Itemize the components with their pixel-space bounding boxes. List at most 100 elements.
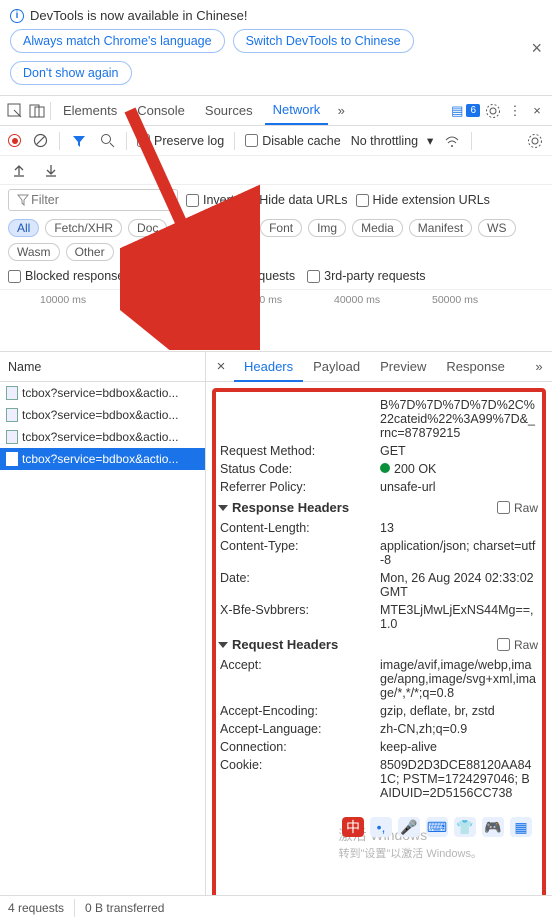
filter-icon[interactable] xyxy=(70,132,88,150)
tab-network[interactable]: Network xyxy=(265,96,329,125)
disclosure-icon xyxy=(218,505,228,511)
funnel-icon xyxy=(15,191,31,209)
banner-chip-0[interactable]: Always match Chrome's language xyxy=(10,29,225,53)
chevron-right-icon[interactable]: » xyxy=(530,358,548,376)
request-name: tcbox?service=bdbox&actio... xyxy=(22,430,178,444)
detail-tabs: × HeadersPayloadPreviewResponse » xyxy=(206,352,552,382)
gear-icon[interactable] xyxy=(484,102,502,120)
locale-banner: i DevTools is now available in Chinese! … xyxy=(0,0,552,96)
close-icon[interactable]: × xyxy=(531,38,542,59)
tab-console[interactable]: Console xyxy=(129,97,193,124)
detail-tab-preview[interactable]: Preview xyxy=(370,353,436,380)
upload-icon[interactable] xyxy=(10,161,28,179)
network-settings-icon[interactable] xyxy=(526,132,544,150)
hide-data-urls-checkbox[interactable]: Hide data URLs xyxy=(242,193,347,207)
detail-tab-response[interactable]: Response xyxy=(436,353,515,380)
detail-tab-headers[interactable]: Headers xyxy=(234,353,303,382)
status-dot-icon xyxy=(380,463,390,473)
type-filter-doc[interactable]: Doc xyxy=(128,219,167,237)
type-filter-wasm[interactable]: Wasm xyxy=(8,243,60,261)
record-toolbar: Preserve log Disable cache No throttling… xyxy=(0,126,552,156)
request-list: Name tcbox?service=bdbox&actio...tcbox?s… xyxy=(0,352,206,909)
third-party-checkbox[interactable]: 3rd-party requests xyxy=(307,269,425,283)
inspect-icon[interactable] xyxy=(6,102,24,120)
type-filter-js[interactable]: JS xyxy=(222,219,254,237)
request-name: tcbox?service=bdbox&actio... xyxy=(22,452,178,466)
header-row: Status Code:200 OK xyxy=(216,460,542,478)
type-filter-manifest[interactable]: Manifest xyxy=(409,219,472,237)
record-icon[interactable] xyxy=(8,134,21,147)
header-row: Connection:keep-alive xyxy=(216,738,542,756)
request-row[interactable]: tcbox?service=bdbox&actio... xyxy=(0,404,205,426)
request-row[interactable]: tcbox?service=bdbox&actio... xyxy=(0,448,205,470)
type-filter-fetchxhr[interactable]: Fetch/XHR xyxy=(45,219,122,237)
throttling-select[interactable]: No throttling ▾ xyxy=(351,133,434,148)
search-icon[interactable] xyxy=(98,132,116,150)
request-row[interactable]: tcbox?service=bdbox&actio... xyxy=(0,426,205,448)
ime-button[interactable]: 中 xyxy=(342,817,364,837)
ime-floatbar[interactable]: 中 •, 🎤 ⌨ 👕 🎮 ▦ xyxy=(342,817,532,837)
tab-elements[interactable]: Elements xyxy=(55,97,125,124)
blocked-row: Blocked response cookies Blocked request… xyxy=(0,265,552,290)
request-row[interactable]: tcbox?service=bdbox&actio... xyxy=(0,382,205,404)
timeline-label: 30000 ms xyxy=(236,294,282,306)
timeline-label: 20000 ms xyxy=(138,294,184,306)
raw-checkbox[interactable]: Raw xyxy=(497,638,538,652)
timeline-label: 10000 ms xyxy=(40,294,86,306)
timeline-label: 40000 ms xyxy=(334,294,380,306)
reqlist-header[interactable]: Name xyxy=(0,352,205,382)
header-row: Content-Length:13 xyxy=(216,519,542,537)
ime-button[interactable]: •, xyxy=(370,817,392,837)
disable-cache-checkbox[interactable]: Disable cache xyxy=(245,134,341,148)
ime-button[interactable]: ⌨ xyxy=(426,817,448,837)
document-icon xyxy=(6,452,18,466)
close-details-icon[interactable]: × xyxy=(210,358,232,375)
type-filter-ws[interactable]: WS xyxy=(478,219,515,237)
filter-input[interactable] xyxy=(31,193,171,207)
wifi-icon[interactable] xyxy=(443,132,461,150)
document-icon xyxy=(6,430,18,444)
header-row: Accept-Encoding:gzip, deflate, br, zstd xyxy=(216,702,542,720)
filter-row: Invert Hide data URLs Hide extension URL… xyxy=(0,184,552,215)
kebab-icon[interactable]: ⋮ xyxy=(506,102,524,120)
ime-button[interactable]: 🎮 xyxy=(482,817,504,837)
blocked-requests-checkbox[interactable]: Blocked requests xyxy=(182,269,295,283)
timeline[interactable]: 10000 ms20000 ms30000 ms40000 ms50000 ms xyxy=(0,290,552,352)
header-row: Accept:image/avif,image/webp,image/apng,… xyxy=(216,656,542,702)
section-header[interactable]: Request HeadersRaw xyxy=(216,633,542,656)
banner-chip-2[interactable]: Don't show again xyxy=(10,61,132,85)
ime-button[interactable]: 👕 xyxy=(454,817,476,837)
device-icon[interactable] xyxy=(28,102,46,120)
ime-button[interactable]: 🎤 xyxy=(398,817,420,837)
type-filter-css[interactable]: CSS xyxy=(173,219,216,237)
clear-icon[interactable] xyxy=(31,132,49,150)
download-icon[interactable] xyxy=(42,161,60,179)
preserve-log-checkbox[interactable]: Preserve log xyxy=(137,134,224,148)
type-filter-row: All Fetch/XHR Doc CSS JS Font Img Media Manifest… xyxy=(0,215,552,265)
invert-checkbox[interactable]: Invert xyxy=(186,193,234,207)
type-filter-img[interactable]: Img xyxy=(308,219,346,237)
tab-sources[interactable]: Sources xyxy=(197,97,261,124)
banner-chip-1[interactable]: Switch DevTools to Chinese xyxy=(233,29,414,53)
status-bar: 4 requests 0 B transferred xyxy=(0,895,552,919)
ime-button[interactable]: ▦ xyxy=(510,817,532,837)
chevron-right-icon[interactable]: » xyxy=(332,102,350,120)
close-panel-icon[interactable]: × xyxy=(528,102,546,120)
detail-tab-payload[interactable]: Payload xyxy=(303,353,370,380)
header-row: Date:Mon, 26 Aug 2024 02:33:02 GMT xyxy=(216,569,542,601)
section-header[interactable]: Response HeadersRaw xyxy=(216,496,542,519)
header-row: Content-Type:application/json; charset=u… xyxy=(216,537,542,569)
header-row: Referrer Policy:unsafe-url xyxy=(216,478,542,496)
messages-icon[interactable]: ▤6 xyxy=(451,103,480,119)
raw-checkbox[interactable]: Raw xyxy=(497,501,538,515)
type-filter-font[interactable]: Font xyxy=(260,219,302,237)
blocked-cookies-checkbox[interactable]: Blocked response cookies xyxy=(8,269,170,283)
header-row: Request Method:GET xyxy=(216,442,542,460)
hide-extension-urls-checkbox[interactable]: Hide extension URLs xyxy=(356,193,490,207)
type-filter-all[interactable]: All xyxy=(8,219,39,237)
header-row: X-Bfe-Svbbrers:MTE3LjMwLjExNS44Mg==,1.0 xyxy=(216,601,542,633)
filter-input-wrap[interactable] xyxy=(8,189,178,211)
type-filter-media[interactable]: Media xyxy=(352,219,403,237)
type-filter-other[interactable]: Other xyxy=(66,243,114,261)
request-count: 4 requests xyxy=(8,901,64,915)
